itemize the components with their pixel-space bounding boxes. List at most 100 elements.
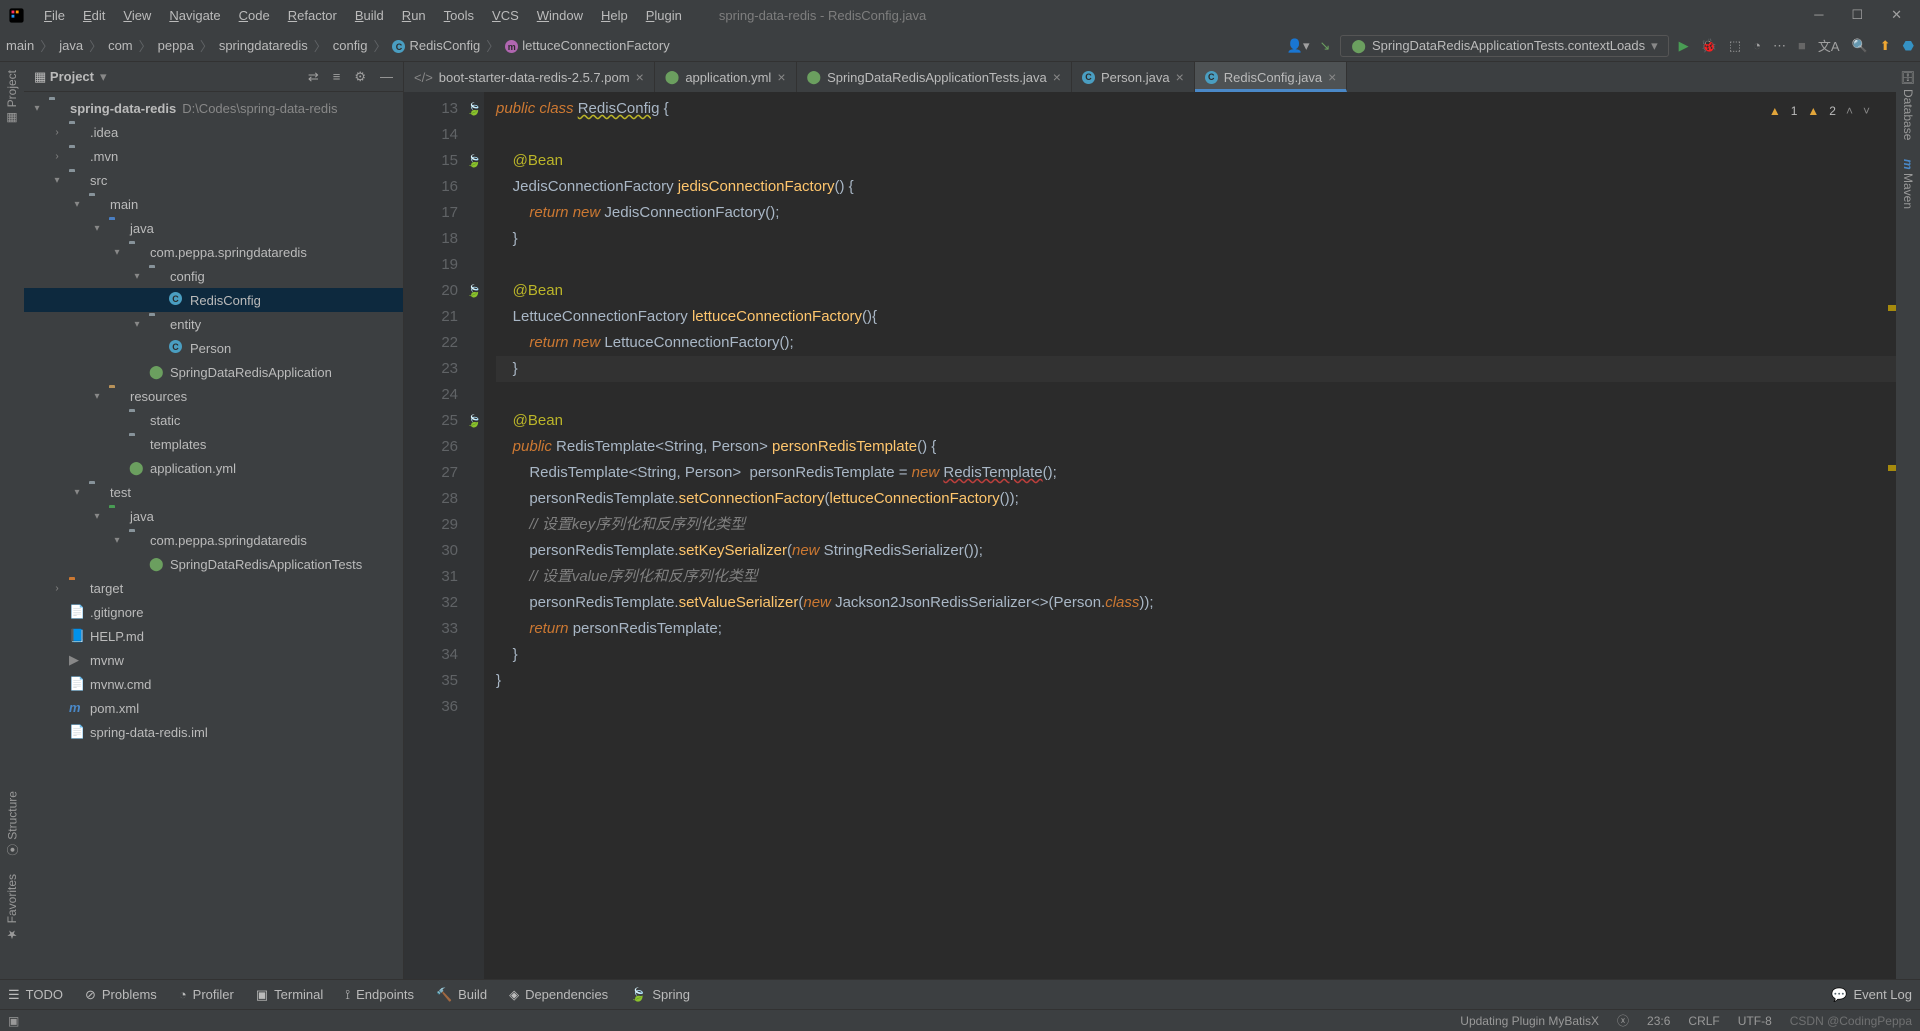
menu-help[interactable]: Help xyxy=(594,6,635,25)
user-icon[interactable]: 👤▾ xyxy=(1287,38,1310,54)
chevron-up-icon[interactable]: ˄ xyxy=(1846,98,1853,124)
cursor-position[interactable]: 23:6 xyxy=(1647,1014,1670,1028)
tree-item[interactable]: ▾spring-data-redisD:\Codes\spring-data-r… xyxy=(24,96,403,120)
bottom-problems[interactable]: ⊘Problems xyxy=(85,987,157,1003)
menu-file[interactable]: File xyxy=(37,6,72,25)
breadcrumb-item[interactable]: config xyxy=(333,38,368,53)
run-configuration-selector[interactable]: ⬤ SpringDataRedisApplicationTests.contex… xyxy=(1340,35,1668,57)
tree-item[interactable]: ›target xyxy=(24,576,403,600)
tree-item[interactable]: ⬤SpringDataRedisApplicationTests xyxy=(24,552,403,576)
breadcrumb-item[interactable]: CRedisConfig xyxy=(392,38,480,53)
tree-item[interactable]: templates xyxy=(24,432,403,456)
menu-run[interactable]: Run xyxy=(395,6,433,25)
menu-vcs[interactable]: VCS xyxy=(485,6,526,25)
error-stripe-mark[interactable] xyxy=(1888,305,1896,311)
coverage-icon[interactable]: ⬚ xyxy=(1729,38,1741,54)
menu-code[interactable]: Code xyxy=(232,6,277,25)
gear-icon[interactable]: ⚙ xyxy=(354,69,366,85)
search-icon[interactable]: 🔍 xyxy=(1852,38,1868,54)
breadcrumb-item[interactable]: springdataredis xyxy=(219,38,308,53)
tree-item[interactable]: ▶mvnw xyxy=(24,648,403,672)
bottom-terminal[interactable]: ▣Terminal xyxy=(256,987,323,1003)
menu-edit[interactable]: Edit xyxy=(76,6,112,25)
tree-item[interactable]: ▾src xyxy=(24,168,403,192)
tree-item[interactable]: CRedisConfig xyxy=(24,288,403,312)
translate-icon[interactable]: 文A xyxy=(1818,36,1840,55)
close-tab-icon[interactable]: × xyxy=(1328,69,1336,85)
menu-window[interactable]: Window xyxy=(530,6,590,25)
editor-tab[interactable]: CRedisConfig.java× xyxy=(1195,62,1347,92)
breadcrumb-item[interactable]: main xyxy=(6,38,34,53)
cancel-task-icon[interactable]: ⓧ xyxy=(1617,1012,1629,1029)
tree-item[interactable]: ▾com.peppa.springdataredis xyxy=(24,528,403,552)
bottom-todo[interactable]: ☰TODO xyxy=(8,987,63,1003)
tree-item[interactable]: ▾resources xyxy=(24,384,403,408)
bottom-dependencies[interactable]: ◈Dependencies xyxy=(509,987,608,1003)
breadcrumb-item[interactable]: peppa xyxy=(158,38,194,53)
editor-tab[interactable]: ⬤SpringDataRedisApplicationTests.java× xyxy=(797,62,1072,92)
tool-project[interactable]: ▦Project xyxy=(5,70,19,125)
bottom-build[interactable]: 🔨Build xyxy=(436,987,487,1003)
maximize-icon[interactable]: ☐ xyxy=(1851,7,1863,23)
event-log-button[interactable]: 💬Event Log xyxy=(1831,987,1912,1003)
close-tab-icon[interactable]: × xyxy=(1176,69,1184,85)
tree-item[interactable]: ▾java xyxy=(24,504,403,528)
stop-icon[interactable]: ■ xyxy=(1798,38,1806,53)
editor-tab[interactable]: CPerson.java× xyxy=(1072,62,1195,92)
file-encoding[interactable]: UTF-8 xyxy=(1738,1014,1772,1028)
code-editor[interactable]: 1314151617181920212223242526272829303132… xyxy=(404,92,1896,979)
run-icon[interactable]: ▶ xyxy=(1679,38,1689,54)
chevron-down-icon[interactable]: ▾ xyxy=(100,69,107,85)
menu-view[interactable]: View xyxy=(116,6,158,25)
attach-icon[interactable]: ⋯ xyxy=(1773,38,1786,54)
tree-item[interactable]: 📄.gitignore xyxy=(24,600,403,624)
close-icon[interactable]: ✕ xyxy=(1891,7,1902,23)
tree-item[interactable]: ▾com.peppa.springdataredis xyxy=(24,240,403,264)
tool-maven[interactable]: mMaven xyxy=(1901,159,1915,210)
close-tab-icon[interactable]: × xyxy=(1053,69,1061,85)
tree-item[interactable]: mpom.xml xyxy=(24,696,403,720)
breadcrumb-item[interactable]: java xyxy=(59,38,83,53)
expand-all-icon[interactable]: ≡ xyxy=(333,69,341,85)
tree-item[interactable]: static xyxy=(24,408,403,432)
select-opened-icon[interactable]: ⇄ xyxy=(308,69,319,85)
close-tab-icon[interactable]: × xyxy=(777,69,785,85)
tree-item[interactable]: ▾test xyxy=(24,480,403,504)
tree-item[interactable]: ⬤application.yml xyxy=(24,456,403,480)
menu-tools[interactable]: Tools xyxy=(437,6,481,25)
menu-navigate[interactable]: Navigate xyxy=(162,6,227,25)
tree-item[interactable]: ⬤SpringDataRedisApplication xyxy=(24,360,403,384)
tool-database[interactable]: 🗄Database xyxy=(1901,70,1915,141)
profile-icon[interactable]: ◔ xyxy=(1753,38,1761,53)
tree-item[interactable]: 📄spring-data-redis.iml xyxy=(24,720,403,744)
debug-icon[interactable]: 🐞 xyxy=(1701,38,1717,54)
breadcrumb-item[interactable]: com xyxy=(108,38,133,53)
tree-item[interactable]: ▾java xyxy=(24,216,403,240)
tree-item[interactable]: ›.idea xyxy=(24,120,403,144)
tree-item[interactable]: ▾config xyxy=(24,264,403,288)
tree-item[interactable]: ›.mvn xyxy=(24,144,403,168)
tree-item[interactable]: ▾entity xyxy=(24,312,403,336)
tree-item[interactable]: 📄mvnw.cmd xyxy=(24,672,403,696)
tool-favorites[interactable]: ★Favorites xyxy=(5,874,19,941)
breadcrumb-item[interactable]: mlettuceConnectionFactory xyxy=(505,38,669,53)
tree-item[interactable]: 📘HELP.md xyxy=(24,624,403,648)
close-tab-icon[interactable]: × xyxy=(636,69,644,85)
chevron-down-icon[interactable]: ˅ xyxy=(1863,98,1870,124)
editor-tab[interactable]: </>boot-starter-data-redis-2.5.7.pom× xyxy=(404,62,655,92)
editor-tab[interactable]: ⬤application.yml× xyxy=(655,62,797,92)
bottom-spring[interactable]: 🍃Spring xyxy=(630,987,690,1003)
code-content[interactable]: public class RedisConfig { @Bean JedisCo… xyxy=(484,92,1896,979)
project-tree[interactable]: ▾spring-data-redisD:\Codes\spring-data-r… xyxy=(24,92,403,979)
inspection-widget[interactable]: ▲1 ▲2 ˄ ˅ xyxy=(1769,98,1870,124)
tool-windows-icon[interactable]: ▣ xyxy=(8,1014,19,1028)
tool-structure[interactable]: ⦿Structure xyxy=(4,791,21,856)
background-task[interactable]: Updating Plugin MyBatisX xyxy=(1460,1014,1599,1028)
tree-item[interactable]: ▾main xyxy=(24,192,403,216)
hide-icon[interactable]: — xyxy=(380,69,393,85)
bottom-profiler[interactable]: ◔Profiler xyxy=(179,987,234,1002)
hammer-icon[interactable]: ↘ xyxy=(1320,38,1331,54)
error-stripe-mark[interactable] xyxy=(1888,465,1896,471)
tree-item[interactable]: CPerson xyxy=(24,336,403,360)
menu-refactor[interactable]: Refactor xyxy=(281,6,344,25)
